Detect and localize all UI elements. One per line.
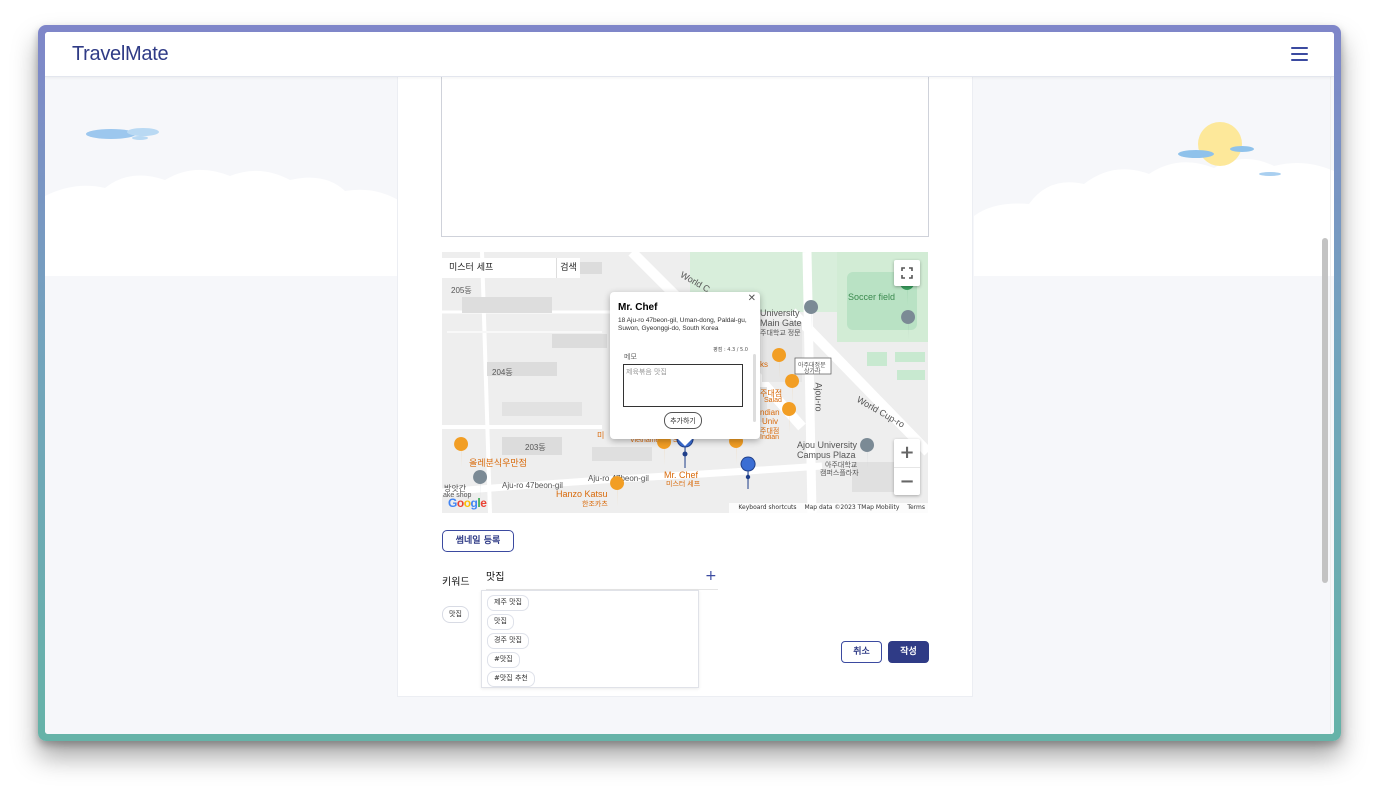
place-info-window: ✕ Mr. Chef 18 Aju-ro 47beon-gil, Uman-do… (610, 292, 760, 446)
map-label: 주대학교 정문 (760, 330, 801, 337)
map-label: University (760, 308, 800, 318)
map-label: Ajou University (797, 440, 858, 450)
top-navbar: TravelMate (45, 32, 1334, 77)
map-attribution: Keyboard shortcuts Map data ©2023 TMap M… (729, 503, 928, 513)
cloud-decoration-left (45, 128, 405, 276)
google-logo: Google (448, 496, 487, 510)
popup-scrollbar[interactable] (753, 354, 756, 422)
zoom-out-button[interactable]: − (894, 468, 920, 496)
keyboard-shortcuts-link[interactable]: Keyboard shortcuts (738, 504, 796, 511)
hamburger-menu-icon[interactable] (1291, 47, 1308, 61)
submit-button[interactable]: 작성 (888, 641, 929, 663)
fullscreen-icon (901, 267, 913, 279)
page-viewport: TravelMate 미스터 세프 검색 205동 204동 203동 Worl… (45, 32, 1334, 734)
zoom-control: + − (894, 439, 920, 495)
suggestion-item[interactable]: #맛집 추천 (487, 671, 535, 687)
google-map[interactable]: 미스터 세프 검색 205동 204동 203동 World C World C… (442, 252, 928, 513)
map-label: 203동 (525, 443, 546, 452)
suggestion-item[interactable]: 제주 맛집 (487, 595, 529, 611)
page-scrollbar[interactable] (1322, 238, 1328, 583)
post-form-card: 미스터 세프 검색 205동 204동 203동 World C World C… (397, 76, 973, 697)
keyword-tag[interactable]: 맛집 (442, 606, 469, 623)
map-label: ks (760, 360, 768, 369)
keyword-suggestions: 제주 맛집 맛집 경주 맛집 #맛집 #맛집 추천 (481, 590, 699, 688)
map-label: Ajou-ro (813, 382, 824, 412)
zoom-in-button[interactable]: + (894, 439, 920, 468)
add-place-button[interactable]: 추가하기 (664, 412, 702, 429)
place-name: Mr. Chef (618, 302, 658, 313)
memo-label: 메모 (624, 353, 637, 361)
suggestion-item[interactable]: 경주 맛집 (487, 633, 529, 649)
close-icon[interactable]: ✕ (748, 293, 756, 304)
browser-window: TravelMate 미스터 세프 검색 205동 204동 203동 Worl… (38, 25, 1341, 741)
map-label: 캠퍼스플라자 (820, 470, 859, 477)
keyword-input[interactable]: 맛집 (486, 569, 718, 590)
map-label: Campus Plaza (797, 450, 856, 460)
map-label: Indian (760, 434, 780, 441)
map-label: 미 (597, 431, 605, 440)
keyword-label: 키워드 (442, 577, 470, 588)
map-label: Main Gate (760, 318, 802, 328)
map-label: 올레분식우만점 (469, 458, 527, 468)
map-label: Aju-ro 47beon-gil (502, 481, 563, 490)
thumbnail-upload-button[interactable]: 썸네일 등록 (442, 530, 514, 552)
app-logo[interactable]: TravelMate (72, 43, 169, 66)
place-rating: 평점 : 4.3 / 5.0 (713, 347, 748, 353)
place-address: 18 Aju-ro 47beon-gil, Uman-dong, Paldal-… (618, 317, 747, 332)
map-label: 미스터 세프 (666, 481, 701, 488)
map-label: Salad (764, 397, 782, 404)
add-keyword-icon[interactable]: + (705, 568, 717, 584)
scroll-track (1330, 76, 1331, 734)
map-label: 205동 (451, 286, 472, 295)
map-search-button[interactable]: 검색 (556, 258, 580, 278)
map-label: ndian (760, 408, 780, 417)
map-label: Soccer field (848, 292, 896, 302)
map-label: Aju-ro 47beon-gil (588, 474, 649, 483)
memo-textarea[interactable]: 제육볶음 맛집 (623, 364, 743, 407)
map-label: 204동 (492, 368, 513, 377)
terms-link[interactable]: Terms (907, 504, 925, 511)
map-label: 한조카츠 (582, 501, 608, 508)
content-editor[interactable] (441, 76, 929, 237)
suggestion-item[interactable]: #맛집 (487, 652, 520, 668)
cancel-button[interactable]: 취소 (841, 641, 882, 663)
suggestion-item[interactable]: 맛집 (487, 614, 514, 630)
cloud-decoration-right (974, 122, 1334, 276)
map-data-text: Map data ©2023 TMap Mobility (804, 504, 900, 511)
map-label: Hanzo Katsu (556, 489, 608, 499)
map-search-input[interactable]: 미스터 세프 (442, 258, 556, 278)
fullscreen-button[interactable] (894, 260, 920, 286)
map-label: 상가라 (804, 369, 821, 375)
map-label: Univ (762, 417, 779, 426)
